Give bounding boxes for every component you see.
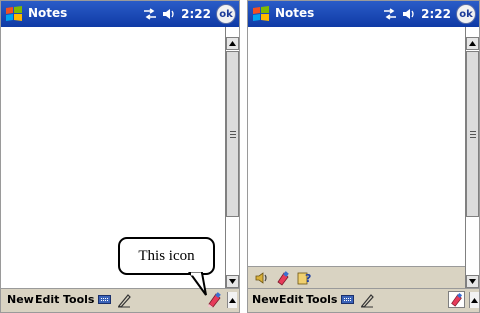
callout-pointer — [188, 272, 207, 296]
pen-icon[interactable] — [117, 292, 131, 308]
up-arrow-icon — [471, 297, 478, 303]
scroll-up-arrow-icon — [229, 41, 236, 46]
scroll-down-arrow-icon — [229, 279, 236, 284]
clock-time[interactable]: 2:22 — [421, 7, 451, 21]
device-screen-right: Notes 2:22 ok ? New Edit Tools — [247, 0, 480, 313]
keyboard-icon[interactable] — [341, 295, 354, 304]
thumb-grip-icon — [469, 130, 476, 138]
vertical-scrollbar[interactable] — [225, 27, 239, 288]
app-title: Notes — [275, 6, 315, 20]
pen-icon[interactable] — [360, 292, 374, 308]
clock-time[interactable]: 2:22 — [181, 7, 211, 21]
sip-up-arrow-button[interactable] — [227, 292, 237, 308]
status-area: 2:22 — [383, 5, 451, 23]
volume-icon[interactable] — [162, 8, 176, 20]
scroll-down-button[interactable] — [226, 275, 239, 288]
scroll-down-button[interactable] — [466, 275, 479, 288]
menu-new[interactable]: New — [252, 293, 279, 306]
input-tray: ? — [248, 266, 465, 288]
thumb-grip-icon — [229, 130, 236, 138]
callout-annotation: This icon — [118, 237, 215, 275]
sip-up-arrow-button[interactable] — [469, 292, 479, 308]
volume-icon[interactable] — [402, 8, 416, 20]
up-arrow-icon — [229, 297, 236, 303]
status-area: 2:22 — [143, 5, 211, 23]
menu-edit[interactable]: Edit — [35, 293, 59, 306]
title-bar: Notes 2:22 ok — [1, 1, 239, 27]
keyboard-icon[interactable] — [98, 295, 111, 304]
scroll-down-arrow-icon — [469, 279, 476, 284]
scroll-thumb[interactable] — [226, 51, 239, 217]
scroll-up-button[interactable] — [226, 37, 239, 50]
input-method-icon[interactable] — [448, 291, 465, 308]
connectivity-icon[interactable] — [143, 8, 157, 20]
input-method-icon[interactable] — [275, 270, 291, 286]
windows-start-icon[interactable] — [4, 4, 24, 24]
connectivity-icon[interactable] — [383, 8, 397, 20]
help-icon[interactable]: ? — [296, 270, 312, 286]
menu-new[interactable]: New — [7, 293, 34, 306]
ok-button[interactable]: ok — [216, 4, 236, 24]
note-writing-area[interactable] — [248, 27, 465, 266]
menu-tools[interactable]: Tools — [306, 293, 337, 306]
ok-button[interactable]: ok — [456, 4, 476, 24]
app-title: Notes — [28, 6, 68, 20]
svg-text:?: ? — [305, 272, 311, 285]
windows-start-icon[interactable] — [251, 4, 271, 24]
scroll-thumb[interactable] — [466, 51, 479, 217]
menu-bar: New Edit Tools — [248, 288, 479, 312]
vertical-scrollbar[interactable] — [465, 27, 479, 288]
menu-tools[interactable]: Tools — [63, 293, 94, 306]
menu-edit[interactable]: Edit — [279, 293, 303, 306]
speaker-icon[interactable] — [254, 270, 270, 286]
title-bar: Notes 2:22 ok — [248, 1, 479, 27]
scroll-up-button[interactable] — [466, 37, 479, 50]
scroll-up-arrow-icon — [469, 41, 476, 46]
